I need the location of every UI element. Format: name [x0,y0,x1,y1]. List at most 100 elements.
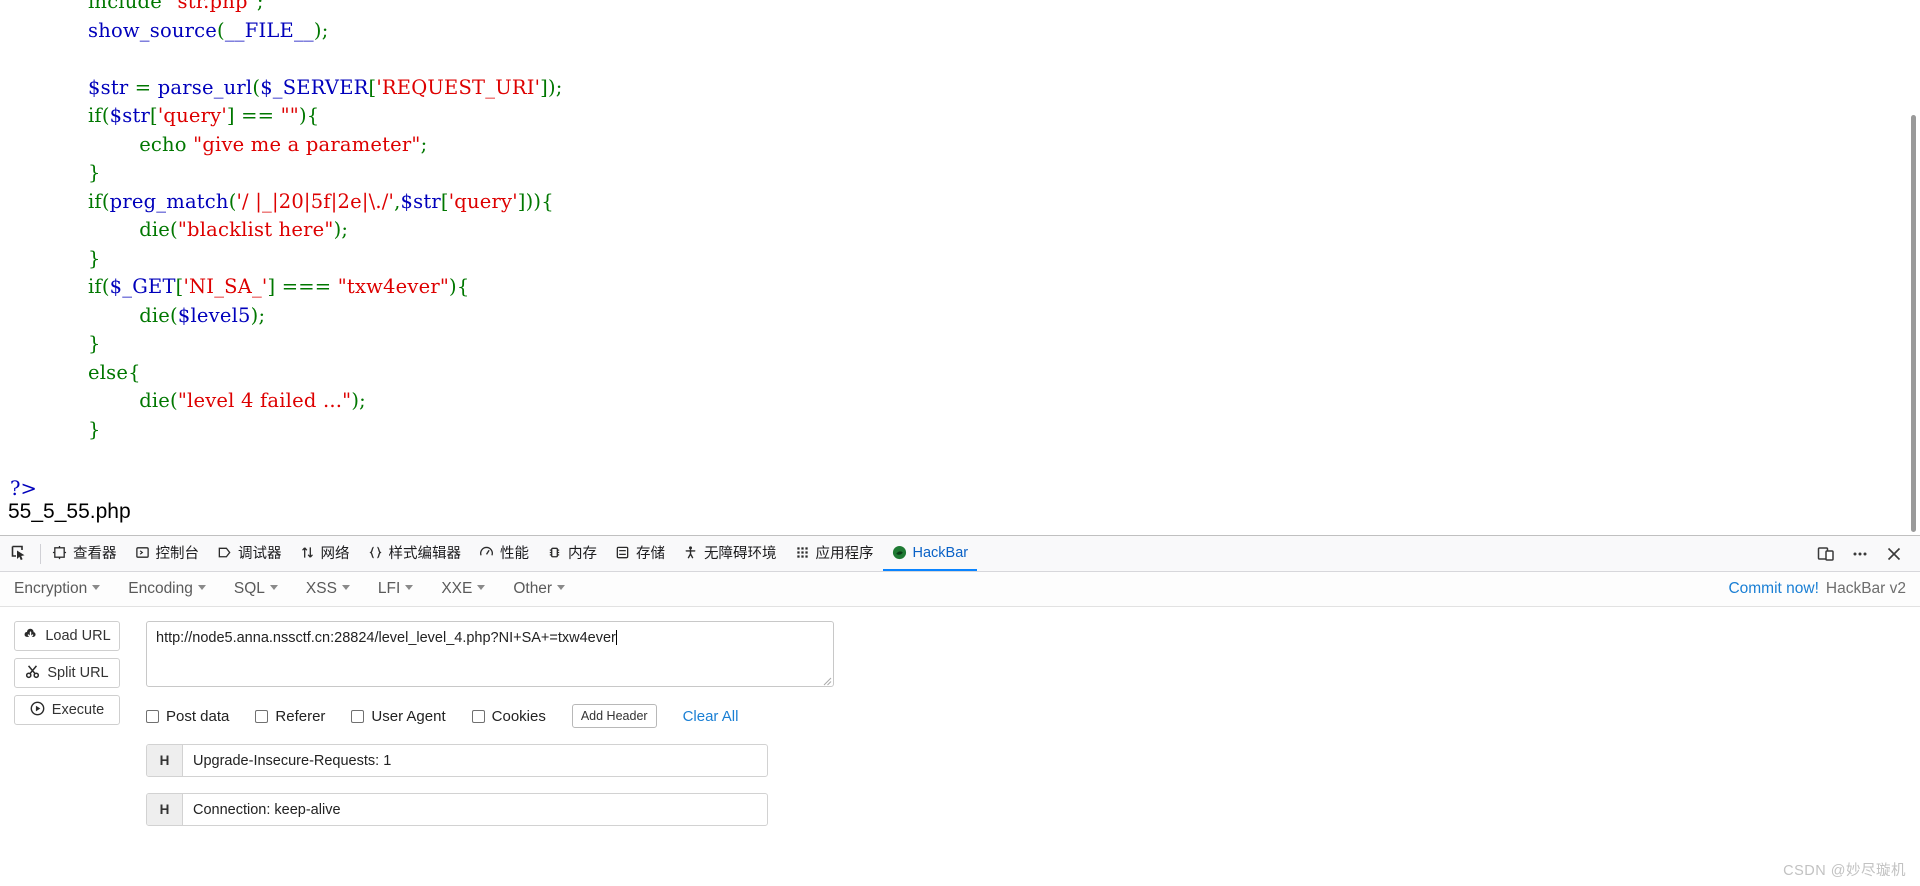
code-line: die("blacklist here"); [88,216,563,245]
checkbox-box[interactable] [351,709,365,723]
code-token: "blacklist here" [177,218,334,241]
code-token: '/ |_|20|5f|2e|\./' [236,189,395,213]
checkbox-label: Referer [275,707,326,725]
checkbox-referer[interactable]: Referer [255,708,325,725]
checkbox-box[interactable] [255,709,269,723]
code-token: ){ [449,275,470,298]
devtools-tab-performance[interactable]: 性能 [470,536,538,571]
scissors-icon [25,664,40,683]
hackbar-action-buttons: Load URL Split URL Execute [14,621,120,725]
devtools-tab-network[interactable]: 网络 [291,536,359,571]
execute-label: Execute [51,702,105,718]
code-line: if(preg_match('/ |_|20|5f|2e|\./',$str['… [88,188,563,217]
checkbox-label: Cookies [491,707,546,725]
devtools-tab-console[interactable]: 控制台 [126,536,209,571]
load-url-label: Load URL [45,628,111,644]
checkbox-post-data[interactable]: Post data [146,708,229,725]
responsive-design-mode-icon[interactable] [1812,540,1840,568]
code-token: if [88,104,102,127]
header-value-input[interactable]: Upgrade-Insecure-Requests: 1 [183,745,767,776]
add-header-button[interactable]: Add Header [571,704,657,728]
code-token: [ [440,189,449,213]
checkbox-cookies[interactable]: Cookies [471,707,546,725]
code-line: include "str.php"; [88,0,563,17]
split-url-label: Split URL [47,665,109,681]
code-token: $str [88,75,135,99]
code-token: show_source [88,18,218,42]
checkbox-label: Post data [166,707,230,725]
inspector-icon [52,545,67,560]
url-input[interactable]: http://node5.anna.nssctf.cn:28824/level_… [146,621,834,687]
php-close-tag: ?> [10,477,37,500]
element-picker-icon[interactable] [0,536,38,571]
chevron-down-icon [477,585,486,590]
checkbox-box[interactable] [471,709,485,723]
hackbar-menu-encoding[interactable]: Encoding [128,580,206,598]
devtools-tab-memory[interactable]: 内存 [538,536,606,571]
code-line: die("level 4 failed ..."); [88,387,563,416]
chevron-down-icon [269,585,278,590]
application-icon [795,545,810,560]
header-row[interactable]: H Connection: keep-alive [146,793,768,826]
url-textarea-wrapper: http://node5.anna.nssctf.cn:28824/level_… [146,621,834,687]
code-line: } [88,416,563,445]
hackbar-options-row: Post data Referer User Agent Cookies Add Hea… [146,704,1906,728]
code-token: 'REQUEST_URI' [376,75,541,99]
page-scrollbar-thumb[interactable] [1911,115,1916,532]
code-token: $_GET [109,275,176,298]
hackbar-menu-xss[interactable]: XSS [306,580,350,598]
commit-now-link[interactable]: Commit now! [1728,580,1818,598]
code-token: ); [250,303,266,327]
code-token: ){ [298,104,320,127]
split-url-button[interactable]: Split URL [14,658,120,688]
screenshot-root: include "str.php"; show_source(__FILE__);… [0,0,1920,886]
load-url-button[interactable]: Load URL [14,621,120,651]
code-token: $_SERVER [260,75,369,99]
hackbar-menu-lfi[interactable]: LFI [377,580,414,598]
execute-button[interactable]: Execute [14,695,120,725]
code-token: } [88,161,101,184]
debugger-icon [217,545,232,560]
header-value-input[interactable]: Connection: keep-alive [183,794,767,825]
devtools-tab-hackbar[interactable]: HackBar [882,536,978,571]
hackbar-menu-sql[interactable]: SQL [234,580,278,598]
code-line: die($level5); [88,302,563,331]
code-token: [ [150,104,158,127]
header-type-badge: H [147,794,183,825]
text-cursor [615,630,617,645]
clear-all-link[interactable]: Clear All [683,708,739,725]
hackbar-menu-label: LFI [377,580,401,597]
checkbox-user-agent[interactable]: User Agent [351,708,446,725]
code-line: } [88,159,563,188]
hackbar-menu-other[interactable]: Other [513,580,566,598]
devtools-tab-accessibility[interactable]: 无障碍环境 [674,536,786,571]
hackbar-menu-encryption[interactable]: Encryption [14,580,101,598]
devtools-tab-application[interactable]: 应用程序 [786,536,883,571]
code-token: "" [280,104,299,127]
checkbox-box[interactable] [146,709,159,723]
php-source-code: include "str.php"; show_source(__FILE__);… [88,0,563,444]
chevron-down-icon [197,585,206,590]
header-type-badge: H [147,745,183,776]
console-icon [135,545,150,560]
devtools-tab-storage[interactable]: 存储 [606,536,674,571]
page-scrollbar[interactable] [1906,0,1920,535]
hackbar-menu-label: Encryption [14,580,88,597]
devtools-tab-style-editor[interactable]: 样式编辑器 [359,536,471,571]
devtools-tab-inspector[interactable]: 查看器 [43,536,126,571]
devtools-tab-debugger[interactable]: 调试器 [208,536,291,571]
hackbar-menu-xxe[interactable]: XXE [441,580,486,598]
more-options-icon[interactable] [1846,540,1874,568]
code-token: ] === [267,275,338,298]
code-token: ( [228,189,237,213]
hackbar-menu-label: SQL [233,580,265,597]
devtools-tab-label: 内存 [568,546,597,562]
close-devtools-icon[interactable] [1880,540,1908,568]
header-row[interactable]: H Upgrade-Insecure-Requests: 1 [146,744,768,777]
accessibility-icon [683,545,698,560]
code-token: "give me a parameter" [193,132,421,156]
code-token: } [88,332,101,355]
devtools-tab-label: HackBar [912,544,969,561]
code-token: ( [217,18,225,42]
code-token: "str.php" [168,0,257,13]
